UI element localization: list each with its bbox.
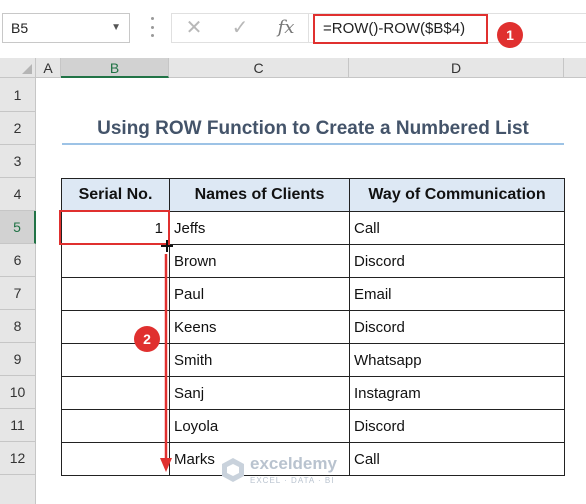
selected-cell-highlight bbox=[59, 210, 170, 245]
column-header-a[interactable]: A bbox=[36, 58, 61, 78]
cancel-icon[interactable]: ✕ bbox=[174, 14, 214, 42]
client-name-cell[interactable]: Sanj bbox=[169, 376, 350, 410]
client-name-cell[interactable]: Paul bbox=[169, 277, 350, 311]
row-header-7[interactable]: 7 bbox=[0, 277, 36, 310]
formula-bar: B5 ▼ ✕ ✓ fx =ROW()-ROW($B$4) 1 bbox=[0, 0, 586, 58]
row-header-4[interactable]: 4 bbox=[0, 178, 36, 211]
header-names-of-clients[interactable]: Names of Clients bbox=[169, 178, 350, 212]
row-header-1[interactable]: 1 bbox=[0, 78, 36, 112]
communication-cell[interactable]: Call bbox=[349, 442, 565, 476]
column-header-overflow bbox=[564, 58, 586, 78]
communication-cell[interactable]: Whatsapp bbox=[349, 343, 565, 377]
column-header-c[interactable]: C bbox=[169, 58, 349, 78]
client-name-cell[interactable]: Jeffs bbox=[169, 211, 350, 245]
insert-function-icon[interactable]: fx bbox=[266, 14, 306, 42]
enter-icon[interactable]: ✓ bbox=[220, 14, 260, 42]
row-header-overflow bbox=[0, 475, 36, 504]
row-header-8[interactable]: 8 bbox=[0, 310, 36, 343]
row-header-2[interactable]: 2 bbox=[0, 112, 36, 145]
client-name-cell[interactable]: Keens bbox=[169, 310, 350, 344]
table-row: Smith Whatsapp bbox=[61, 343, 565, 377]
row-header-10[interactable]: 10 bbox=[0, 376, 36, 409]
communication-cell[interactable]: Instagram bbox=[349, 376, 565, 410]
name-box[interactable]: B5 ▼ bbox=[2, 13, 130, 43]
communication-cell[interactable]: Discord bbox=[349, 244, 565, 278]
formula-buttons: ✕ ✓ fx bbox=[171, 13, 309, 43]
sheet-title[interactable]: Using ROW Function to Create a Numbered … bbox=[62, 112, 564, 145]
communication-cell[interactable]: Discord bbox=[349, 310, 565, 344]
table-header-row: Serial No. Names of Clients Way of Commu… bbox=[61, 178, 565, 212]
table-row: Paul Email bbox=[61, 277, 565, 311]
header-way-of-communication[interactable]: Way of Communication bbox=[349, 178, 565, 212]
communication-cell[interactable]: Email bbox=[349, 277, 565, 311]
step-badge-2: 2 bbox=[134, 326, 160, 352]
serial-cell[interactable] bbox=[61, 244, 170, 278]
serial-cell[interactable] bbox=[61, 442, 170, 476]
column-header-d[interactable]: D bbox=[349, 58, 564, 78]
exceldemy-logo-icon bbox=[222, 458, 244, 482]
serial-cell[interactable] bbox=[61, 277, 170, 311]
row-header-5[interactable]: 5 bbox=[0, 211, 36, 244]
table-row: Loyola Discord bbox=[61, 409, 565, 443]
select-all-corner[interactable] bbox=[0, 58, 36, 78]
drag-handle-icon[interactable] bbox=[149, 17, 155, 37]
row-header-9[interactable]: 9 bbox=[0, 343, 36, 376]
row-header-3[interactable]: 3 bbox=[0, 145, 36, 178]
row-header-12[interactable]: 12 bbox=[0, 442, 36, 475]
client-name-cell[interactable]: Smith bbox=[169, 343, 350, 377]
client-name-cell[interactable]: Loyola bbox=[169, 409, 350, 443]
formula-text[interactable]: =ROW()-ROW($B$4) bbox=[313, 14, 488, 44]
serial-cell[interactable] bbox=[61, 376, 170, 410]
row-header-11[interactable]: 11 bbox=[0, 409, 36, 442]
client-name-cell[interactable]: Brown bbox=[169, 244, 350, 278]
column-header-b[interactable]: B bbox=[61, 58, 169, 78]
table-row: Sanj Instagram bbox=[61, 376, 565, 410]
communication-cell[interactable]: Call bbox=[349, 211, 565, 245]
watermark-tagline: EXCEL · DATA · BI bbox=[250, 476, 335, 485]
chevron-down-icon[interactable]: ▼ bbox=[111, 14, 121, 42]
header-serial-no[interactable]: Serial No. bbox=[61, 178, 170, 212]
serial-cell[interactable] bbox=[61, 409, 170, 443]
table-row: Brown Discord bbox=[61, 244, 565, 278]
row-header-6[interactable]: 6 bbox=[0, 244, 36, 277]
name-box-value: B5 bbox=[11, 20, 29, 36]
step-badge-1: 1 bbox=[497, 22, 523, 48]
communication-cell[interactable]: Discord bbox=[349, 409, 565, 443]
watermark: exceldemy EXCEL · DATA · BI bbox=[220, 452, 370, 492]
watermark-name: exceldemy bbox=[250, 454, 337, 473]
